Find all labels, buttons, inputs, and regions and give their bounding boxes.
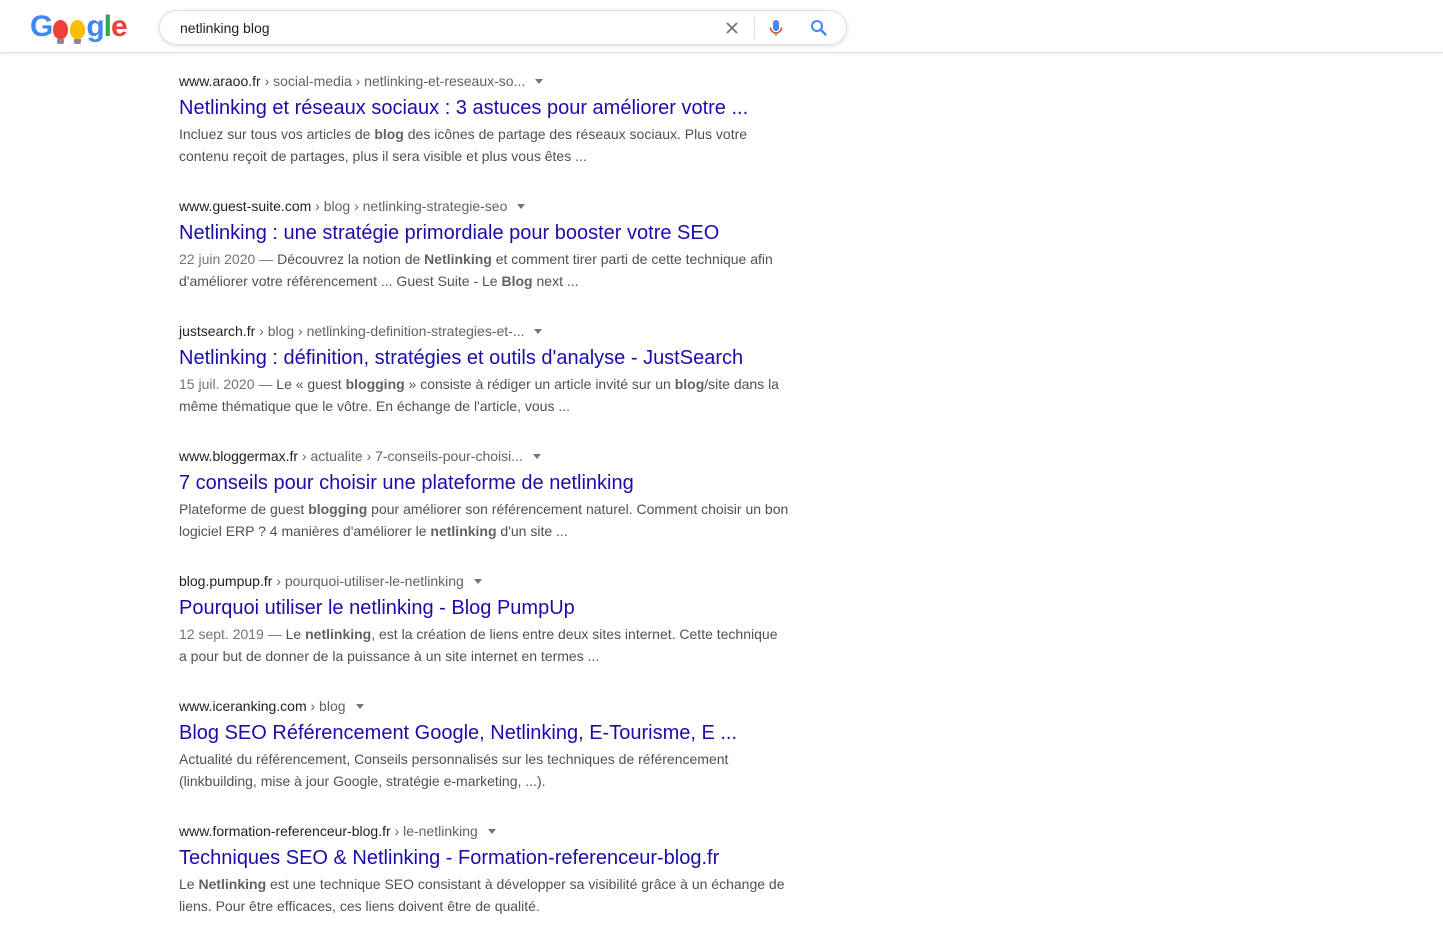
result-date: 15 juil. 2020 — xyxy=(179,376,277,392)
result-domain: justsearch.fr xyxy=(179,323,256,339)
search-icon[interactable] xyxy=(809,18,829,38)
result-title-link[interactable]: Techniques SEO & Netlinking - Formation-… xyxy=(179,845,789,871)
result-date: 22 juin 2020 — xyxy=(179,251,278,267)
dropdown-arrow-icon[interactable] xyxy=(355,703,364,709)
snippet-text: Le xyxy=(285,626,306,642)
result-snippet: Plateforme de guest blogging pour amélio… xyxy=(179,498,789,542)
dropdown-arrow-icon[interactable] xyxy=(532,453,541,459)
result-path: › pourquoi-utiliser-le-netlinking xyxy=(272,573,464,589)
search-box[interactable] xyxy=(159,10,847,45)
snippet-text: Découvrez la notion de xyxy=(277,251,425,267)
snippet-keyword: netlinking xyxy=(305,626,372,642)
result-url[interactable]: www.bloggermax.fr › actualite › 7-consei… xyxy=(179,447,789,465)
result-path: › blog xyxy=(306,698,346,714)
result-snippet: Actualité du référencement, Conseils per… xyxy=(179,748,789,792)
search-header: Google xyxy=(0,0,1443,53)
search-result: www.formation-referenceur-blog.fr › le-n… xyxy=(179,822,789,947)
result-path: › social-media › netlinking-et-reseaux-s… xyxy=(260,73,526,89)
snippet-text: d'un site ... xyxy=(496,523,568,539)
close-icon[interactable] xyxy=(723,19,741,37)
snippet-keyword: blog xyxy=(374,126,404,142)
snippet-keyword: Blog xyxy=(501,273,533,289)
result-domain: www.bloggermax.fr xyxy=(179,448,299,464)
logo-letter: G xyxy=(30,10,53,43)
search-result: justsearch.fr › blog › netlinking-defini… xyxy=(179,322,789,447)
search-input[interactable] xyxy=(180,18,700,38)
snippet-keyword: netlinking xyxy=(430,523,497,539)
google-logo[interactable]: Google xyxy=(30,9,128,45)
snippet-text: Le « guest xyxy=(276,376,346,392)
search-result: www.bloggermax.fr › actualite › 7-consei… xyxy=(179,447,789,572)
result-url[interactable]: justsearch.fr › blog › netlinking-defini… xyxy=(179,322,789,340)
search-result: www.guest-suite.com › blog › netlinking-… xyxy=(179,197,789,322)
result-domain: www.araoo.fr xyxy=(179,73,261,89)
result-path: › blog › netlinking-strategie-seo xyxy=(311,198,508,214)
snippet-keyword: blogging xyxy=(345,376,405,392)
snippet-text: » consiste à rédiger un article invité s… xyxy=(404,376,675,392)
result-url[interactable]: www.formation-referenceur-blog.fr › le-n… xyxy=(179,822,789,840)
result-title-link[interactable]: 7 conseils pour choisir une plateforme d… xyxy=(179,470,789,496)
result-snippet: Le Netlinking est une technique SEO cons… xyxy=(179,873,789,917)
logo-letter: g xyxy=(86,10,104,43)
result-domain: blog.pumpup.fr xyxy=(179,573,273,589)
result-path: › blog › netlinking-definition-strategie… xyxy=(255,323,525,339)
snippet-text: Plateforme de guest xyxy=(179,501,309,517)
snippet-text: est une technique SEO consistant à dével… xyxy=(179,876,785,914)
result-url[interactable]: www.araoo.fr › social-media › netlinking… xyxy=(179,72,789,90)
result-date: 12 sept. 2019 — xyxy=(179,626,286,642)
result-path: › le-netlinking xyxy=(390,823,478,839)
snippet-text: Actualité du référencement, Conseils per… xyxy=(179,751,729,789)
result-url[interactable]: www.guest-suite.com › blog › netlinking-… xyxy=(179,197,789,215)
results-list: www.araoo.fr › social-media › netlinking… xyxy=(179,72,789,947)
snippet-text: Incluez sur tous vos articles de xyxy=(179,126,375,142)
result-url[interactable]: blog.pumpup.fr › pourquoi-utiliser-le-ne… xyxy=(179,572,789,590)
result-snippet: Incluez sur tous vos articles de blog de… xyxy=(179,123,789,167)
logo-letter: l xyxy=(103,10,112,43)
result-title-link[interactable]: Netlinking : une stratégie primordiale p… xyxy=(179,220,789,246)
result-title-link[interactable]: Netlinking et réseaux sociaux : 3 astuce… xyxy=(179,95,789,121)
result-path: › actualite › 7-conseils-pour-choisi... xyxy=(298,448,523,464)
result-snippet: 15 juil. 2020 — Le « guest blogging » co… xyxy=(179,373,789,417)
divider xyxy=(754,18,755,38)
snippet-keyword: blogging xyxy=(308,501,368,517)
dropdown-arrow-icon[interactable] xyxy=(517,203,526,209)
dropdown-arrow-icon[interactable] xyxy=(487,828,496,834)
dropdown-arrow-icon[interactable] xyxy=(535,78,544,84)
result-snippet: 12 sept. 2019 — Le netlinking, est la cr… xyxy=(179,623,789,667)
search-result: blog.pumpup.fr › pourquoi-utiliser-le-ne… xyxy=(179,572,789,697)
snippet-keyword: blog xyxy=(674,376,705,392)
mic-icon[interactable] xyxy=(766,18,786,38)
result-url[interactable]: www.iceranking.com › blog xyxy=(179,697,789,715)
dropdown-arrow-icon[interactable] xyxy=(473,578,482,584)
result-snippet: 22 juin 2020 — Découvrez la notion de Ne… xyxy=(179,248,789,292)
snippet-text: Le xyxy=(179,876,199,892)
result-title-link[interactable]: Pourquoi utiliser le netlinking - Blog P… xyxy=(179,595,789,621)
dropdown-arrow-icon[interactable] xyxy=(534,328,543,334)
snippet-text: next ... xyxy=(532,273,579,289)
result-domain: www.iceranking.com xyxy=(179,698,307,714)
search-result: www.iceranking.com › blog Blog SEO Référe… xyxy=(179,697,789,822)
result-domain: www.guest-suite.com xyxy=(179,198,312,214)
result-domain: www.formation-referenceur-blog.fr xyxy=(179,823,391,839)
result-title-link[interactable]: Blog SEO Référencement Google, Netlinkin… xyxy=(179,720,789,746)
logo-letter: o xyxy=(70,20,86,44)
result-title-link[interactable]: Netlinking : définition, stratégies et o… xyxy=(179,345,789,371)
snippet-keyword: Netlinking xyxy=(198,876,267,892)
search-result: www.araoo.fr › social-media › netlinking… xyxy=(179,72,789,197)
snippet-keyword: Netlinking xyxy=(424,251,492,267)
logo-letter: o xyxy=(53,20,69,44)
logo-letter: e xyxy=(111,10,128,43)
